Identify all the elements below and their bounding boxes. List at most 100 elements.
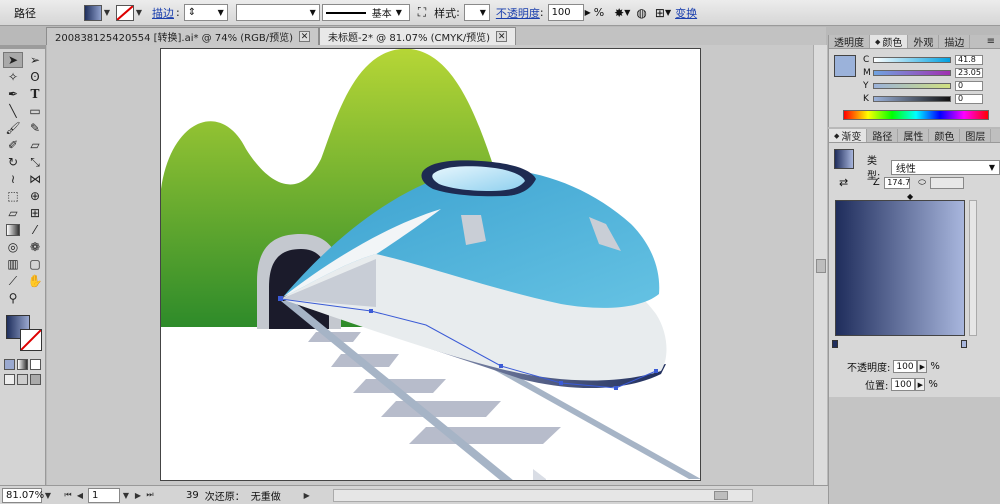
magic-wand-icon[interactable]: ✧ bbox=[3, 69, 23, 85]
gradient-type-select[interactable]: 线性 ▼ bbox=[890, 159, 1000, 175]
gradient-mode-icon[interactable] bbox=[17, 359, 28, 370]
color-mode-icon[interactable] bbox=[4, 359, 15, 370]
chevron-right-icon[interactable]: ▶ bbox=[915, 378, 926, 391]
mesh-icon[interactable]: ⊞ bbox=[25, 205, 45, 221]
rotate-icon[interactable]: ↻ bbox=[3, 154, 23, 170]
tab-attributes[interactable]: 属性 bbox=[898, 129, 930, 143]
chevron-down-icon[interactable]: ▼ bbox=[120, 489, 132, 502]
tab-color-2[interactable]: 颜色 bbox=[929, 129, 961, 143]
cyan-slider[interactable] bbox=[873, 56, 951, 63]
scroll-thumb[interactable] bbox=[816, 259, 826, 273]
magenta-value[interactable]: 23.05 bbox=[955, 67, 983, 78]
scroll-thumb[interactable] bbox=[713, 490, 728, 500]
chevron-right-icon[interactable]: ▶ bbox=[585, 2, 591, 24]
document-setup-icon[interactable]: ⛶ bbox=[418, 2, 426, 24]
fill-swatch[interactable] bbox=[84, 4, 102, 21]
tab-layers[interactable]: 图层 bbox=[960, 129, 992, 143]
artboard[interactable] bbox=[160, 48, 701, 481]
status-menu-icon[interactable]: ▶ bbox=[301, 489, 313, 502]
black-slider[interactable] bbox=[873, 95, 951, 102]
width-icon[interactable]: ⋈ bbox=[25, 171, 45, 187]
paintbrush-icon[interactable]: 🖌︎ bbox=[3, 120, 23, 136]
stroke-link[interactable]: 描边 bbox=[152, 2, 174, 24]
align-icon[interactable]: ⊞ bbox=[655, 2, 665, 24]
artboard-icon[interactable]: ▢ bbox=[25, 256, 45, 272]
opacity-link[interactable]: 不透明度 bbox=[496, 2, 540, 24]
location-field[interactable]: 100 bbox=[891, 378, 916, 391]
warp-icon[interactable]: ≀ bbox=[3, 171, 23, 187]
next-page-icon[interactable]: ▶ bbox=[132, 489, 144, 502]
blend-icon[interactable]: ◎ bbox=[3, 239, 23, 255]
rectangle-icon[interactable]: ▭ bbox=[25, 103, 45, 119]
pencil-icon[interactable]: ✎ bbox=[25, 120, 45, 136]
train-illustration[interactable] bbox=[161, 49, 701, 481]
gradient-icon[interactable] bbox=[6, 224, 20, 236]
reverse-gradient-icon[interactable]: ⇄ bbox=[839, 176, 848, 189]
page-field[interactable]: 1 bbox=[88, 487, 120, 503]
brush-definition-field[interactable]: 基本 ▼ bbox=[321, 4, 410, 21]
zoom-field[interactable]: 81.07% bbox=[2, 487, 44, 503]
draw-behind-icon[interactable] bbox=[17, 374, 28, 385]
free-transform-icon[interactable]: ⬚ bbox=[3, 188, 23, 204]
gradient-stop-start[interactable] bbox=[832, 340, 838, 348]
last-page-icon[interactable]: ⏭ bbox=[144, 489, 156, 502]
scale-icon[interactable]: ⤡ bbox=[25, 154, 45, 170]
recolor-artwork-icon[interactable]: ✸ bbox=[614, 2, 624, 24]
chevron-down-icon[interactable]: ▼ bbox=[665, 2, 671, 24]
opacity-field[interactable]: 100 bbox=[893, 360, 918, 373]
style-dropdown[interactable]: ▼ bbox=[463, 4, 490, 21]
prev-page-icon[interactable]: ◀ bbox=[74, 489, 86, 502]
chevron-right-icon[interactable]: ▶ bbox=[917, 360, 928, 373]
lasso-icon[interactable]: ʘ bbox=[25, 69, 45, 85]
stroke-weight-field[interactable]: ⇕ ▼ bbox=[183, 4, 228, 21]
close-icon[interactable]: ✕ bbox=[299, 31, 310, 42]
panel-menu-icon[interactable]: ≡ bbox=[982, 35, 1000, 48]
eraser-icon[interactable]: ▱ bbox=[25, 137, 45, 153]
zoom-icon[interactable]: ⚲ bbox=[3, 290, 23, 306]
magenta-slider[interactable] bbox=[873, 69, 951, 76]
transform-link[interactable]: 变换 bbox=[675, 2, 697, 24]
midpoint-diamond-icon[interactable]: ◆ bbox=[907, 192, 913, 201]
blob-brush-icon[interactable]: ✐ bbox=[3, 137, 23, 153]
first-page-icon[interactable]: ⏮ bbox=[62, 489, 74, 502]
vertical-scrollbar[interactable] bbox=[813, 45, 827, 485]
horizontal-scrollbar[interactable] bbox=[332, 488, 753, 502]
symbol-sprayer-icon[interactable]: ❁ bbox=[25, 239, 45, 255]
gradient-slider[interactable] bbox=[835, 200, 965, 336]
black-value[interactable]: 0 bbox=[955, 93, 983, 104]
color-preview-swatch[interactable] bbox=[834, 55, 856, 77]
stroke-swatch-tool[interactable] bbox=[20, 329, 42, 351]
yellow-value[interactable]: 0 bbox=[955, 80, 983, 91]
gradient-scrollbar[interactable] bbox=[969, 200, 977, 336]
color-spectrum[interactable] bbox=[843, 110, 989, 120]
canvas-area[interactable] bbox=[47, 45, 813, 485]
opacity-field[interactable]: 100 bbox=[547, 4, 584, 21]
shape-builder-icon[interactable]: ⊕ bbox=[25, 188, 45, 204]
gradient-stop-end[interactable] bbox=[961, 340, 967, 348]
column-graph-icon[interactable]: ▥ bbox=[3, 256, 23, 272]
angle-field[interactable]: 174.7 bbox=[884, 176, 911, 189]
slice-icon[interactable]: ⟋ bbox=[3, 273, 23, 289]
gradient-preview-swatch[interactable] bbox=[834, 149, 854, 169]
variable-width-field[interactable]: ▼ bbox=[235, 4, 320, 21]
direct-select-icon[interactable]: ➢ bbox=[25, 52, 45, 68]
document-tab[interactable]: 200838125420554 [转换].ai* @ 74% (RGB/预览) … bbox=[46, 27, 319, 45]
tab-appearance[interactable]: 外观 bbox=[908, 35, 940, 49]
selection-arrow-icon[interactable]: ➤ bbox=[3, 52, 23, 68]
yellow-slider[interactable] bbox=[873, 82, 951, 89]
chevron-down-icon[interactable]: ▼ bbox=[42, 489, 54, 502]
chevron-down-icon[interactable]: ▼ bbox=[134, 5, 144, 21]
isolate-icon[interactable]: ◍ bbox=[636, 2, 646, 24]
document-tab-active[interactable]: 未标题-2* @ 81.07% (CMYK/预览) ✕ bbox=[319, 27, 517, 45]
draw-normal-icon[interactable] bbox=[4, 374, 15, 385]
perspective-icon[interactable]: ⏥ bbox=[3, 205, 23, 221]
tab-stroke[interactable]: 描边 bbox=[939, 35, 971, 49]
eyedropper-icon[interactable]: ⁄ bbox=[25, 222, 45, 238]
tab-transparency[interactable]: 透明度 bbox=[829, 35, 870, 49]
stroke-none-swatch[interactable] bbox=[116, 4, 134, 21]
pen-icon[interactable]: ✒ bbox=[3, 86, 23, 102]
chevron-down-icon[interactable]: ▼ bbox=[102, 5, 112, 21]
close-icon[interactable]: ✕ bbox=[496, 31, 508, 42]
tab-gradient[interactable]: ◆ 渐变 bbox=[829, 129, 868, 143]
hand-icon[interactable]: ✋ bbox=[25, 273, 45, 289]
